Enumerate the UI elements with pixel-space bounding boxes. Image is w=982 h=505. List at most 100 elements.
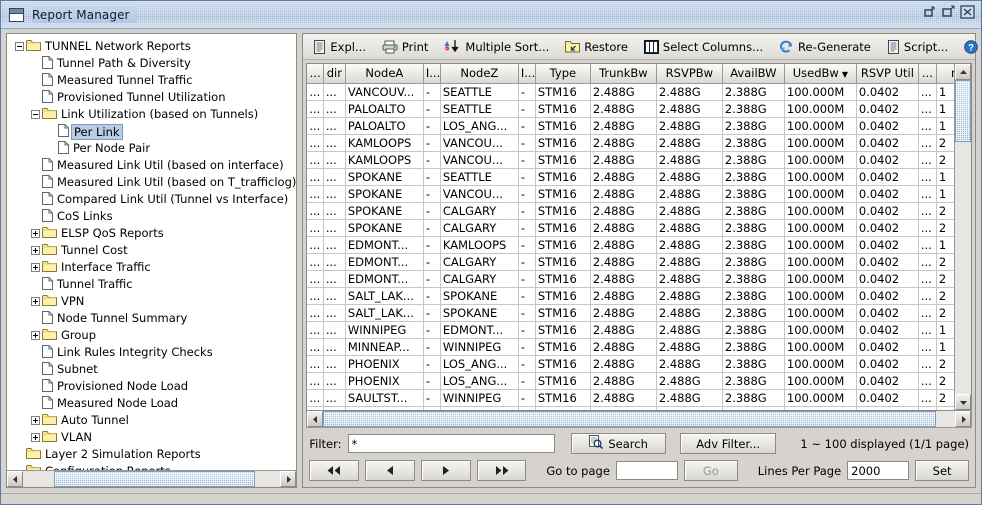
table-row[interactable]: ...... PALOALTO - SEATTLE - STM16 2.488G 2.488G…: [307, 100, 954, 118]
column-header-trunkbw[interactable]: TrunkBw: [590, 64, 657, 84]
column-header-availbw[interactable]: AvailBW: [722, 64, 785, 84]
table-vertical-scrollbar[interactable]: [954, 64, 971, 410]
table-row[interactable]: ...... PALOALTO - LOS_ANG... - STM16 2.488G 2.4…: [307, 117, 954, 135]
expand-icon[interactable]: [31, 297, 40, 306]
table-row[interactable]: ...... SALT_LAK... - SPOKANE - STM16 2.488G 2.4…: [307, 287, 954, 305]
close-button[interactable]: [960, 5, 975, 19]
table-hscroll-track[interactable]: [323, 411, 955, 427]
table-horizontal-scrollbar[interactable]: [306, 411, 972, 428]
toolbar-expl-button[interactable]: Expl...: [305, 35, 374, 58]
tree-item-compared-link-util-tunnel-vs-interface[interactable]: Compared Link Util (Tunnel vs Interface): [7, 191, 296, 208]
table-row[interactable]: ...... KAMLOOPS - VANCOU... - STM16 2.488G 2.48…: [307, 151, 954, 169]
table-row[interactable]: ...... EDMONT... - KAMLOOPS - STM16 2.488G 2.48…: [307, 236, 954, 254]
scroll-up-icon[interactable]: [955, 64, 971, 80]
column-header-ntunnel[interactable]: nTunnel: [936, 64, 954, 84]
expand-icon[interactable]: [31, 416, 40, 425]
tree-item-per-node-pair[interactable]: Per Node Pair: [7, 140, 296, 157]
table-row[interactable]: ...... WINNIPEG - EDMONT... - STM16 2.488G 2.48…: [307, 321, 954, 339]
table-row[interactable]: ...... PHOENIX - LOS_ANG... - STM16 2.488G 2.48…: [307, 355, 954, 373]
tree-item-elsp-qos-reports[interactable]: ELSP QoS Reports: [7, 225, 296, 242]
first-page-button[interactable]: [309, 460, 360, 481]
expand-icon[interactable]: [31, 433, 40, 442]
tree-item-provisioned-tunnel-utilization[interactable]: Provisioned Tunnel Utilization: [7, 89, 296, 106]
toolbar-select-columns-button[interactable]: Select Columns...: [636, 35, 771, 58]
table-scroll-thumb[interactable]: [955, 80, 971, 142]
tree-scroll-track[interactable]: [23, 471, 281, 487]
table-row[interactable]: ......SAULTST...-WINNIPEG-STM162.488G2.4…: [307, 389, 954, 407]
table-row[interactable]: ...... VANCOUV... - SEATTLE - STM16 2.488G 2.48…: [307, 83, 954, 101]
goto-page-input[interactable]: [615, 461, 678, 480]
toolbar-help-button[interactable]: ?Help: [956, 35, 982, 58]
toolbar-script-button[interactable]: Script...: [879, 35, 956, 58]
scroll-down-icon[interactable]: [955, 394, 971, 410]
expand-icon[interactable]: [31, 229, 40, 238]
report-table[interactable]: ... dir NodeA I... NodeZ I... Type TrunkBw RSVPB…: [307, 64, 954, 410]
table-scroll-right-icon[interactable]: [955, 411, 971, 427]
last-page-button[interactable]: [476, 460, 527, 481]
tree-item-measured-tunnel-traffic[interactable]: Measured Tunnel Traffic: [7, 72, 296, 89]
go-button[interactable]: Go: [683, 460, 738, 481]
filter-input[interactable]: [347, 434, 556, 453]
tree-item-auto-tunnel[interactable]: Auto Tunnel: [7, 412, 296, 429]
tree-item-cos-links[interactable]: CoS Links: [7, 208, 296, 225]
column-header-rsvp-util[interactable]: RSVP Util: [856, 64, 919, 84]
tree-item-tunnel-network-reports[interactable]: TUNNEL Network Reports: [7, 38, 296, 55]
table-header-row[interactable]: ... dir NodeA I... NodeZ I... Type TrunkBw RSVPB…: [307, 64, 954, 84]
toolbar-restore-button[interactable]: Restore: [557, 35, 636, 58]
restore-button[interactable]: [922, 5, 937, 19]
tree-item-measured-node-load[interactable]: Measured Node Load: [7, 395, 296, 412]
table-row[interactable]: ...... SPOKANE - SEATTLE - STM16 2.488G 2.488G 2…: [307, 168, 954, 186]
tree-item-tunnel-cost[interactable]: Tunnel Cost: [7, 242, 296, 259]
column-header-[interactable]: ...: [307, 64, 324, 84]
tree-item-subnet[interactable]: Subnet: [7, 361, 296, 378]
tree-item-vpn[interactable]: VPN: [7, 293, 296, 310]
tree-item-layer-2-simulation-reports[interactable]: Layer 2 Simulation Reports: [7, 446, 296, 463]
tree-item-measured-link-util-based-on-interface[interactable]: Measured Link Util (based on interface): [7, 157, 296, 174]
toolbar-re-generate-button[interactable]: Re-Generate: [771, 35, 879, 58]
column-header-i[interactable]: I...: [423, 64, 441, 84]
column-header-nodez[interactable]: NodeZ: [440, 64, 519, 84]
column-header-i[interactable]: I...: [518, 64, 536, 84]
search-button[interactable]: Search: [571, 433, 666, 454]
table-row[interactable]: ...... EDMONT... - CALGARY - STM16 2.488G 2.488…: [307, 270, 954, 288]
tree-horizontal-scrollbar[interactable]: [7, 470, 297, 487]
collapse-icon[interactable]: [31, 110, 40, 119]
tree-item-vlan[interactable]: VLAN: [7, 429, 296, 446]
table-row[interactable]: ...... SPOKANE - CALGARY - STM16 2.488G 2.488G 2…: [307, 219, 954, 237]
table-row[interactable]: ...... MINNEAP... - WINNIPEG - STM16 2.488G 2.4…: [307, 338, 954, 356]
expand-icon[interactable]: [31, 331, 40, 340]
set-button[interactable]: Set: [915, 460, 969, 481]
expand-icon[interactable]: [31, 263, 40, 272]
scroll-right-icon[interactable]: [280, 471, 297, 487]
tree-item-tunnel-path-diversity[interactable]: Tunnel Path & Diversity: [7, 55, 296, 72]
table-row[interactable]: ...... PHOENIX - LOS_ANG... - STM16 2.488G 2.48…: [307, 372, 954, 390]
report-tree[interactable]: TUNNEL Network Reports Tunnel Path & Dive…: [7, 34, 297, 470]
column-header-type[interactable]: Type: [535, 64, 591, 84]
column-header-rsvpbw[interactable]: RSVPBw: [656, 64, 723, 84]
toolbar-print-button[interactable]: Print: [374, 35, 436, 58]
table-row[interactable]: ...... SPOKANE - VANCOU... - STM16 2.488G 2.488…: [307, 185, 954, 203]
lines-per-page-input[interactable]: [847, 461, 910, 480]
tree-item-provisioned-node-load[interactable]: Provisioned Node Load: [7, 378, 296, 395]
tree-item-configuration-reports[interactable]: Configuration Reports: [7, 463, 296, 470]
tree-item-node-tunnel-summary[interactable]: Node Tunnel Summary: [7, 310, 296, 327]
table-row[interactable]: ...... KAMLOOPS - VANCOU... - STM16 2.488G 2.48…: [307, 134, 954, 152]
tree-item-link-rules-integrity-checks[interactable]: Link Rules Integrity Checks: [7, 344, 296, 361]
table-row[interactable]: ......SAULTST...-WINNIPEG-STM162.488G2.4…: [307, 406, 954, 410]
tree-scroll-thumb[interactable]: [53, 471, 255, 487]
tree-item-tunnel-traffic[interactable]: Tunnel Traffic: [7, 276, 296, 293]
tree-item-measured-link-util-based-on-t-trafficlog[interactable]: Measured Link Util (based on T_trafficlo…: [7, 174, 296, 191]
next-page-button[interactable]: [420, 460, 471, 481]
expand-icon[interactable]: [31, 246, 40, 255]
collapse-icon[interactable]: [15, 42, 24, 51]
table-scroll-left-icon[interactable]: [307, 411, 324, 427]
table-row[interactable]: ...... SALT_LAK... - SPOKANE - STM16 2.488G 2.4…: [307, 304, 954, 322]
toolbar-multiple-sort-button[interactable]: c Multiple Sort...: [436, 35, 557, 58]
maximize-button[interactable]: [941, 5, 956, 19]
tree-item-link-utilization-based-on-tunnels[interactable]: Link Utilization (based on Tunnels): [7, 106, 296, 123]
tree-item-interface-traffic[interactable]: Interface Traffic: [7, 259, 296, 276]
table-row[interactable]: ...... EDMONT... - CALGARY - STM16 2.488G 2.488…: [307, 253, 954, 271]
column-header-dir[interactable]: dir: [323, 64, 346, 84]
scroll-left-icon[interactable]: [7, 471, 23, 487]
tree-item-group[interactable]: Group: [7, 327, 296, 344]
